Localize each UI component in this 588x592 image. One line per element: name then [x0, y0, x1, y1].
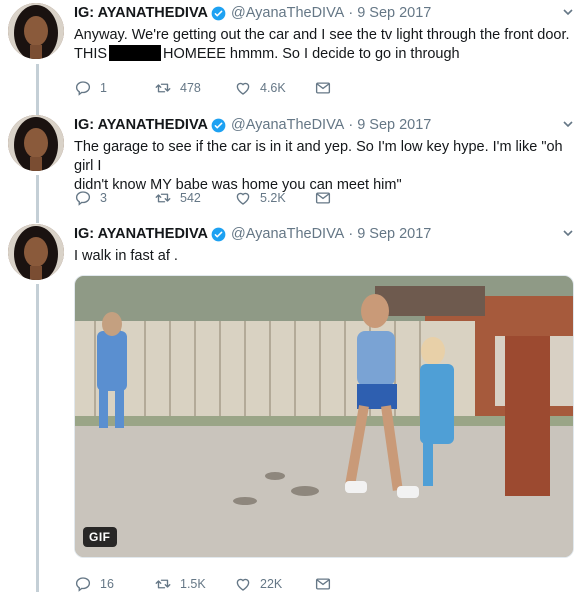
tweet-actions: 3 542 5.2K [74, 189, 394, 207]
message-icon [315, 82, 331, 94]
tweet-date[interactable]: 9 Sep 2017 [357, 5, 431, 21]
tweet-actions: 16 1.5K 22K [74, 575, 394, 592]
retweet-button[interactable]: 542 [154, 189, 234, 207]
message-button[interactable] [314, 575, 394, 592]
avatar[interactable] [8, 115, 64, 171]
message-button[interactable] [314, 189, 394, 207]
reply-count: 3 [100, 191, 107, 205]
message-icon [315, 192, 331, 204]
like-count: 5.2K [260, 191, 286, 205]
tweet-text-line: Anyway. We're getting out the car and I … [74, 27, 570, 43]
like-count: 4.6K [260, 81, 286, 95]
like-button[interactable]: 5.2K [234, 189, 314, 207]
display-name[interactable]: IG: AYANATHEDIVA [74, 5, 208, 21]
user-handle[interactable]: @AyanaTheDIVA [231, 226, 344, 242]
reply-count: 1 [100, 81, 107, 95]
tweet-text-line: THIS HOMEEE hmmm. So I decide to go in th… [74, 45, 574, 64]
tweet-text: Anyway. We're getting out the car and I … [74, 26, 574, 64]
gif-frame [75, 276, 573, 557]
tweet[interactable]: IG: AYANATHEDIVA @AyanaTheDIVA · 9 Sep 2… [0, 3, 588, 103]
reply-icon [75, 191, 91, 206]
tweet-text: I walk in fast af . [74, 247, 574, 266]
reply-count: 16 [100, 577, 114, 591]
reply-button[interactable]: 16 [74, 575, 154, 592]
separator-dot: · [348, 117, 354, 133]
like-icon [236, 192, 250, 205]
user-handle[interactable]: @AyanaTheDIVA [231, 117, 344, 133]
like-button[interactable]: 22K [234, 575, 314, 592]
tweet-text-line: I walk in fast af . [74, 248, 178, 264]
tweet-date[interactable]: 9 Sep 2017 [357, 117, 431, 133]
avatar[interactable] [8, 3, 64, 59]
tweet-text-fragment: HOMEEE hmmm. So I decide to go in throug… [163, 46, 460, 62]
gif-media[interactable]: GIF [74, 275, 574, 558]
like-icon [236, 82, 250, 95]
chevron-down-icon[interactable] [562, 6, 574, 18]
tweet-date[interactable]: 9 Sep 2017 [357, 226, 431, 242]
redaction-box [109, 45, 162, 61]
verified-icon [211, 6, 226, 20]
tweet-actions: 1 478 4.6K [74, 79, 394, 97]
like-count: 22K [260, 577, 283, 591]
reply-button[interactable]: 3 [74, 189, 154, 207]
reply-icon [75, 81, 91, 96]
message-icon [315, 578, 331, 590]
display-name[interactable]: IG: AYANATHEDIVA [74, 226, 208, 242]
tweet-text-fragment: THIS [74, 46, 108, 62]
reply-icon [75, 577, 91, 592]
retweet-count: 478 [180, 81, 201, 95]
verified-icon [211, 118, 226, 132]
tweet-text: The garage to see if the car is in it an… [74, 138, 574, 195]
message-button[interactable] [314, 79, 394, 97]
avatar[interactable] [8, 224, 64, 280]
separator-dot: · [348, 226, 354, 242]
retweet-icon [155, 83, 171, 93]
separator-dot: · [348, 5, 354, 21]
verified-icon [211, 227, 226, 241]
retweet-icon [155, 579, 171, 589]
tweet[interactable]: IG: AYANATHEDIVA @AyanaTheDIVA · 9 Sep 2… [0, 115, 588, 215]
gif-badge: GIF [83, 527, 117, 547]
retweet-icon [155, 193, 171, 203]
tweet[interactable]: IG: AYANATHEDIVA @AyanaTheDIVA · 9 Sep 2… [0, 224, 588, 592]
retweet-count: 542 [180, 191, 201, 205]
like-button[interactable]: 4.6K [234, 79, 314, 97]
retweet-count: 1.5K [180, 577, 206, 591]
like-icon [236, 578, 250, 591]
user-handle[interactable]: @AyanaTheDIVA [231, 5, 344, 21]
display-name[interactable]: IG: AYANATHEDIVA [74, 117, 208, 133]
chevron-down-icon[interactable] [562, 118, 574, 130]
retweet-button[interactable]: 1.5K [154, 575, 234, 592]
tweet-text-line: The garage to see if the car is in it an… [74, 139, 563, 174]
retweet-button[interactable]: 478 [154, 79, 234, 97]
reply-button[interactable]: 1 [74, 79, 154, 97]
chevron-down-icon[interactable] [562, 227, 574, 239]
